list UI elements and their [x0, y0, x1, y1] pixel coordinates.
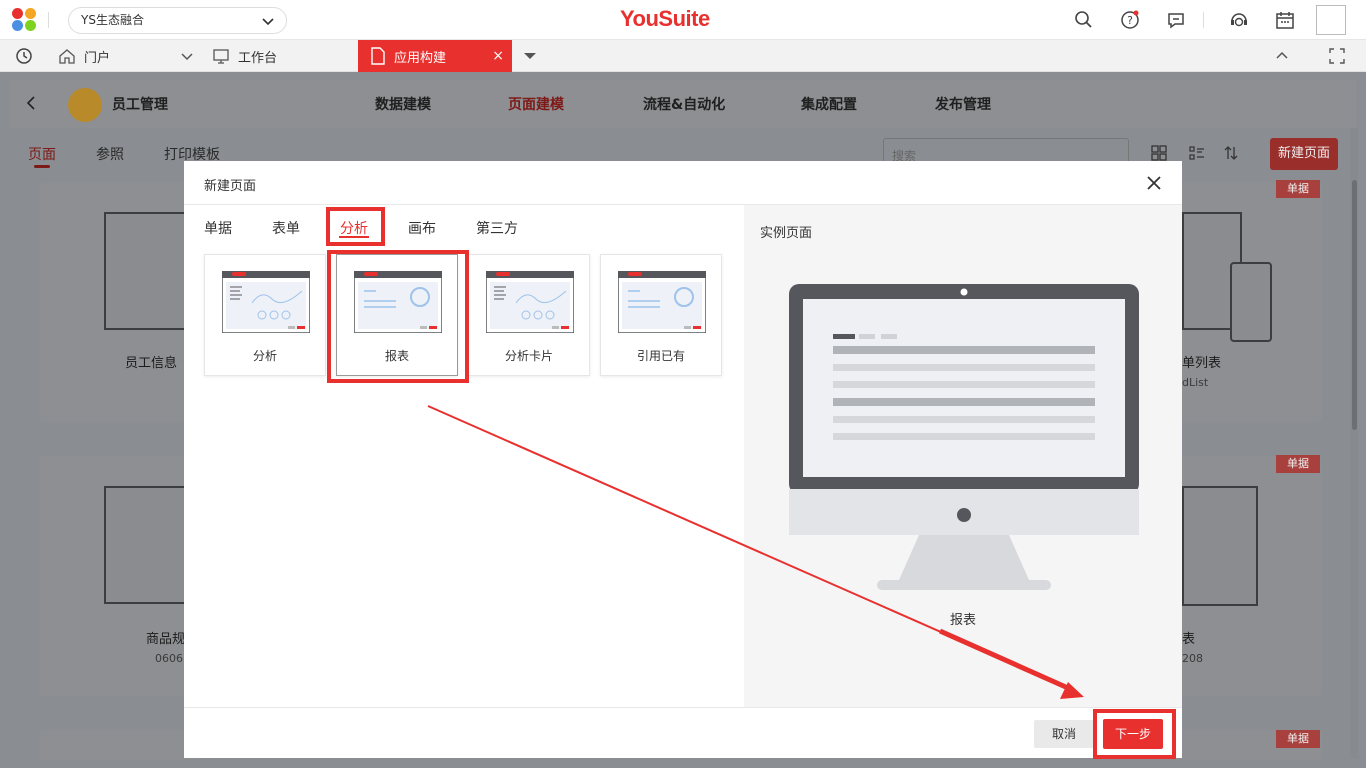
- subtab-references[interactable]: 参照: [96, 144, 124, 164]
- nav-process-automation[interactable]: 流程&自动化: [643, 94, 725, 114]
- brand-logo: YouSuite: [620, 6, 710, 32]
- divider: [1203, 12, 1204, 28]
- app-logo-icon[interactable]: [12, 8, 38, 32]
- page-card-code: 0606: [155, 652, 183, 665]
- close-tab-icon[interactable]: ×: [492, 48, 504, 64]
- brand-logo-part-1: You: [620, 6, 659, 31]
- fullscreen-icon[interactable]: [1328, 40, 1346, 72]
- analysis-card-thumbnail-icon: [486, 271, 574, 333]
- template-label: 报表: [384, 349, 409, 363]
- page-card-title: 商品规: [146, 632, 186, 647]
- tab-app-build[interactable]: 应用构建 ×: [358, 40, 512, 72]
- template-label: 分析: [252, 349, 277, 363]
- tab-bar: 门户 工作台 应用构建 ×: [0, 40, 1366, 72]
- category-canvas[interactable]: 画布: [408, 218, 436, 238]
- page-type-tag: 单据: [1276, 455, 1320, 473]
- top-bar: YS生态融合 YouSuite ?: [0, 0, 1366, 40]
- page-card-thumbnail: [104, 212, 194, 330]
- page-card-title: 单列表: [1182, 356, 1222, 371]
- tenant-name: YS生态融合: [81, 13, 144, 27]
- template-label: 分析卡片: [504, 349, 553, 363]
- dialog-title: 新建页面: [204, 179, 257, 194]
- tab-portal-label: 门户: [84, 50, 111, 66]
- history-icon[interactable]: [14, 40, 34, 72]
- page-card[interactable]: [40, 182, 200, 422]
- customer-service-icon[interactable]: [1228, 9, 1250, 31]
- dialog-footer: 取消 下一步: [184, 707, 1182, 758]
- message-icon[interactable]: [1165, 9, 1187, 31]
- monitor-icon: [213, 49, 229, 64]
- new-page-dialog: 新建页面 单据 表单 分析 画布 第三方 分析 报表 分析卡片 引用已有 实例页…: [184, 161, 1182, 758]
- active-category-underline: [339, 236, 369, 238]
- nav-release-management[interactable]: 发布管理: [935, 94, 991, 114]
- new-page-button[interactable]: 新建页面: [1270, 138, 1338, 170]
- dialog-header: 新建页面: [184, 161, 1182, 205]
- page-card-code: dList: [1182, 376, 1209, 389]
- tab-workbench-label: 工作台: [238, 50, 278, 66]
- page-card-thumbnail: [104, 486, 194, 604]
- top-actions: ?: [1049, 0, 1346, 40]
- page-type-tag: 单据: [1276, 180, 1320, 198]
- tenant-selector[interactable]: YS生态融合: [68, 7, 287, 34]
- search-icon[interactable]: [1073, 9, 1095, 31]
- chevron-down-icon: [262, 18, 274, 26]
- template-label: 引用已有: [636, 349, 685, 363]
- page-card-title: 表: [1182, 632, 1196, 647]
- calendar-icon[interactable]: [1274, 9, 1296, 31]
- category-third-party[interactable]: 第三方: [476, 218, 518, 238]
- subtab-pages[interactable]: 页面: [28, 144, 56, 164]
- template-analysis[interactable]: 分析: [204, 254, 326, 376]
- nav-page-modeling[interactable]: 页面建模: [508, 94, 564, 114]
- report-thumbnail-icon: [354, 271, 442, 333]
- tab-workbench[interactable]: 工作台: [212, 40, 277, 72]
- page-type-tag: 单据: [1276, 730, 1320, 748]
- nav-integration-config[interactable]: 集成配置: [801, 94, 857, 114]
- page-card-code: 208: [1182, 652, 1203, 665]
- page-card-thumbnail: [1182, 486, 1258, 606]
- template-analysis-card[interactable]: 分析卡片: [468, 254, 590, 376]
- example-page-label: 实例页面: [760, 226, 813, 241]
- app-avatar: [68, 88, 102, 122]
- preview-caption: 报表: [949, 613, 976, 628]
- document-icon: [371, 47, 385, 65]
- tab-portal[interactable]: 门户: [58, 40, 110, 72]
- example-preview-pane: 实例页面 报表: [744, 205, 1182, 707]
- monitor-preview-icon: [789, 284, 1139, 590]
- close-icon[interactable]: [1144, 173, 1164, 193]
- home-icon: [59, 49, 75, 64]
- category-analysis[interactable]: 分析: [340, 218, 368, 238]
- template-report[interactable]: 报表: [336, 254, 458, 376]
- reference-thumbnail-icon: [618, 271, 706, 333]
- help-icon[interactable]: ?: [1119, 9, 1141, 31]
- next-step-button[interactable]: 下一步: [1103, 719, 1163, 749]
- analysis-thumbnail-icon: [222, 271, 310, 333]
- user-avatar[interactable]: [1316, 5, 1346, 35]
- sort-icon[interactable]: [1222, 144, 1240, 166]
- brand-logo-part-2: Suite: [658, 6, 710, 31]
- category-document[interactable]: 单据: [204, 218, 232, 238]
- page-card[interactable]: [40, 730, 200, 760]
- template-reference-existing[interactable]: 引用已有: [600, 254, 722, 376]
- svg-text:?: ?: [1127, 14, 1133, 27]
- tab-app-build-label: 应用构建: [394, 50, 447, 66]
- chevron-up-icon[interactable]: [1274, 40, 1290, 72]
- active-subtab-indicator: [34, 165, 50, 168]
- nav-data-modeling[interactable]: 数据建模: [375, 94, 431, 114]
- mobile-thumbnail: [1230, 262, 1272, 342]
- portal-dropdown-icon[interactable]: [180, 40, 194, 72]
- app-title: 员工管理: [112, 97, 168, 113]
- list-view-icon[interactable]: [1188, 144, 1206, 166]
- page-card-title: 员工信息: [125, 356, 178, 371]
- scrollbar-thumb[interactable]: [1352, 180, 1357, 430]
- divider: [48, 12, 49, 28]
- cancel-button[interactable]: 取消: [1034, 720, 1094, 748]
- back-icon[interactable]: [24, 94, 38, 116]
- more-tabs-icon[interactable]: [522, 40, 538, 72]
- category-form[interactable]: 表单: [272, 218, 300, 238]
